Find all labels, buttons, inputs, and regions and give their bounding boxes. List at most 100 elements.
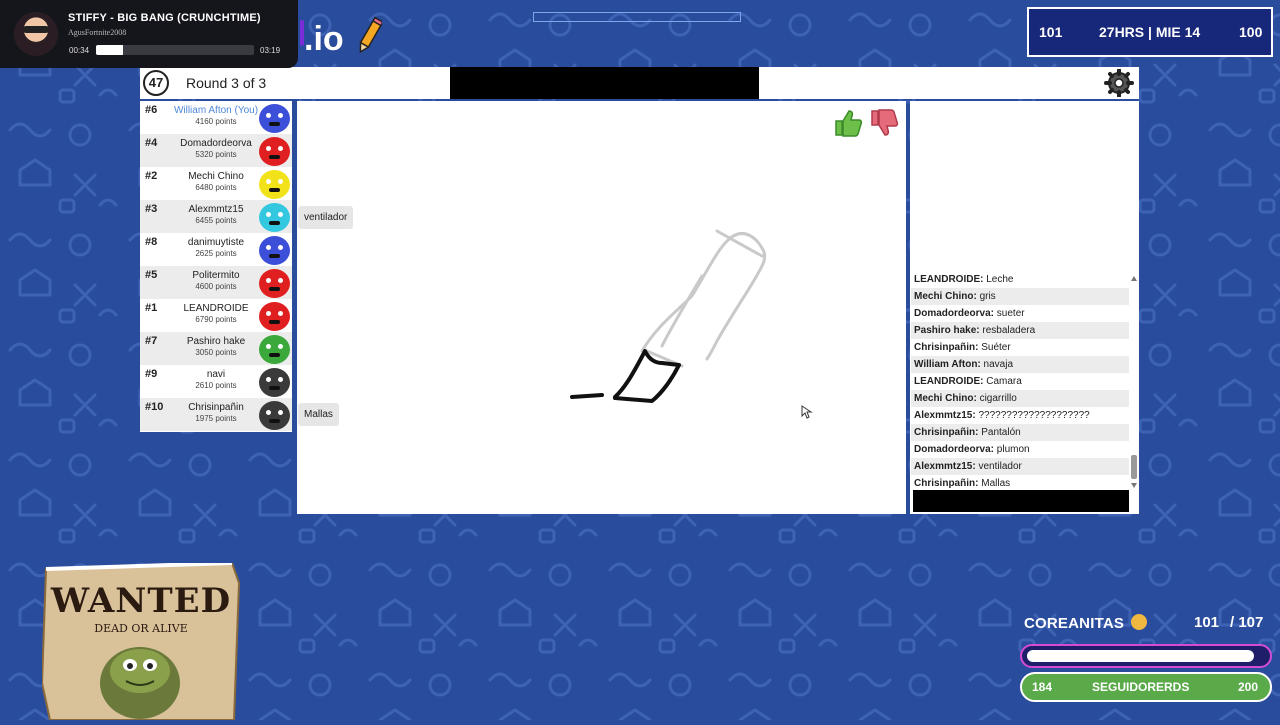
chat-scrollbar[interactable] — [1130, 273, 1138, 491]
player-avatar — [259, 368, 290, 397]
thumbs-up-icon[interactable] — [832, 107, 866, 139]
chat-text: cigarrillo — [979, 393, 1017, 404]
chat-user: Chrisinpañin: — [914, 427, 979, 438]
chat-user: William Afton: — [914, 359, 981, 370]
music-widget: STIFFY - BIG BANG (CRUNCHTIME) AgusFortn… — [0, 0, 298, 68]
chat-text: Pantalón — [981, 427, 1021, 438]
chat-text: gris — [979, 291, 996, 302]
song-elapsed: 00:34 — [69, 46, 90, 55]
settings-gear-icon[interactable] — [1104, 69, 1134, 97]
chat-user: Mechi Chino: — [914, 393, 977, 404]
wanted-subtitle: DEAD OR ALIVE — [94, 622, 188, 635]
player-row[interactable]: #9 navi 2610 points — [140, 365, 292, 398]
guess-bubble-chrisinpanin: Mallas — [298, 403, 339, 426]
chat-user: Chrisinpañin: — [914, 342, 979, 353]
game-topbar: 47 Round 3 of 3 — [140, 67, 1139, 99]
wanted-poster: WANTED DEAD OR ALIVE — [40, 561, 241, 721]
word-hint-bar — [450, 67, 759, 99]
chat-user: Mechi Chino: — [914, 291, 977, 302]
chat-user: LEANDROIDE: — [914, 376, 984, 387]
timer-value: 47 — [143, 70, 169, 96]
chat-user: Alexmmtz15: — [914, 461, 976, 472]
round-label: Round 3 of 3 — [186, 75, 267, 91]
timer: 47 — [142, 69, 172, 96]
player-avatar — [259, 302, 290, 331]
player-avatar — [259, 203, 290, 232]
chat-message: Mechi Chino: cigarrillo — [911, 390, 1129, 407]
goal-target: / 107 — [1230, 614, 1264, 631]
heart-face-icon — [1131, 614, 1148, 630]
goal-current: 101 — [1194, 614, 1220, 631]
stream-stats: 101 27HRS | MIE 14 100 — [1027, 7, 1273, 57]
chat-user: LEANDROIDE: — [914, 274, 984, 285]
chat-message: LEANDROIDE: Camara — [911, 373, 1129, 390]
player-row[interactable]: #6 William Afton (You) 4160 points — [140, 101, 292, 134]
player-row[interactable]: #2 Mechi Chino 6480 points — [140, 167, 292, 200]
thumbs-down-icon[interactable] — [868, 107, 902, 139]
stat-right: 100 — [1239, 24, 1263, 40]
player-avatar — [259, 104, 290, 133]
followers-label: SEGUIDORERDS — [1092, 680, 1190, 694]
player-avatar — [259, 137, 290, 166]
song-artist: AgusFortnite2008 — [68, 28, 127, 37]
followers-target: 200 — [1238, 680, 1259, 694]
chat-user: Domadordeorva: — [914, 308, 995, 319]
album-cover — [14, 12, 58, 56]
chat-text: Camara — [986, 376, 1022, 387]
chat-message: Mechi Chino: gris — [911, 288, 1129, 305]
player-row[interactable]: #8 danimuytiste 2625 points — [140, 233, 292, 266]
drawing — [570, 229, 813, 419]
chat-message: Alexmmtz15: ventilador — [911, 458, 1129, 475]
chat-text: Leche — [986, 274, 1014, 285]
player-avatar — [259, 170, 290, 199]
chat-message: Alexmmtz15: ???????????????????? — [911, 407, 1129, 424]
chat-message: Domadordeorva: plumon — [911, 441, 1129, 458]
pencil-icon — [359, 16, 382, 54]
followers-current: 184 — [1032, 680, 1053, 694]
chat-text: Mallas — [981, 478, 1011, 489]
guess-bubble-alexmmtz15: ventilador — [298, 206, 354, 229]
player-row[interactable]: #3 Alexmmtz15 6455 points — [140, 200, 292, 233]
chat-message: Chrisinpañin: Pantalón — [911, 424, 1129, 441]
song-duration: 03:19 — [260, 46, 281, 55]
player-row[interactable]: #5 Politermito 4600 points — [140, 266, 292, 299]
chat-user: Domadordeorva: — [914, 444, 995, 455]
stat-left: 101 — [1039, 24, 1063, 40]
top-progress-bar — [533, 12, 741, 22]
chat-message: Domadordeorva: sueter — [911, 305, 1129, 322]
chat-user: Chrisinpañin: — [914, 478, 979, 489]
chat-user: Alexmmtz15: — [914, 410, 976, 421]
chat-text: plumon — [996, 444, 1030, 455]
player-avatar — [259, 401, 290, 430]
player-row[interactable]: #7 Pashiro hake 3050 points — [140, 332, 292, 365]
chat-user: Pashiro hake: — [914, 325, 980, 336]
chat-text: Suéter — [981, 342, 1011, 353]
chat-text: sueter — [996, 308, 1025, 319]
player-avatar — [259, 335, 290, 364]
drawing-canvas[interactable] — [297, 101, 906, 514]
chat-text: ???????????????????? — [978, 410, 1090, 421]
logo-text: .io — [304, 20, 344, 58]
follower-goal: COREANITAS 101 / 107 184 SEGUIDORERDS 20… — [1018, 606, 1276, 716]
goal-progress-bar — [1020, 644, 1272, 668]
chat-message: Pashiro hake: resbaladera — [911, 322, 1129, 339]
chat-panel: LEANDROIDE: Leche Mechi Chino: gris Domado… — [910, 101, 1139, 514]
chat-message: William Afton: navaja — [911, 356, 1129, 373]
chat-text: navaja — [983, 359, 1014, 370]
chat-text: ventilador — [978, 461, 1022, 472]
player-avatar — [259, 236, 290, 265]
player-row[interactable]: #1 LEANDROIDE 6790 points — [140, 299, 292, 332]
wanted-title: WANTED — [50, 581, 232, 621]
chat-message: LEANDROIDE: Leche — [911, 271, 1129, 288]
player-row[interactable]: #4 Domadordeorva 5320 points — [140, 134, 292, 167]
chat-input[interactable] — [913, 490, 1129, 512]
chat-message: Chrisinpañin: Suéter — [911, 339, 1129, 356]
stat-center: 27HRS | MIE 14 — [1099, 24, 1201, 40]
chat-text: resbaladera — [982, 325, 1036, 336]
player-list: #6 William Afton (You) 4160 points #4 Domado… — [140, 101, 292, 432]
followers-bar: 184 SEGUIDORERDS 200 — [1020, 672, 1272, 702]
player-avatar — [259, 269, 290, 298]
rating-buttons — [832, 107, 904, 139]
player-row[interactable]: #10 Chrisinpañin 1975 points — [140, 398, 292, 431]
song-title: STIFFY - BIG BANG (CRUNCHTIME) — [68, 12, 261, 24]
